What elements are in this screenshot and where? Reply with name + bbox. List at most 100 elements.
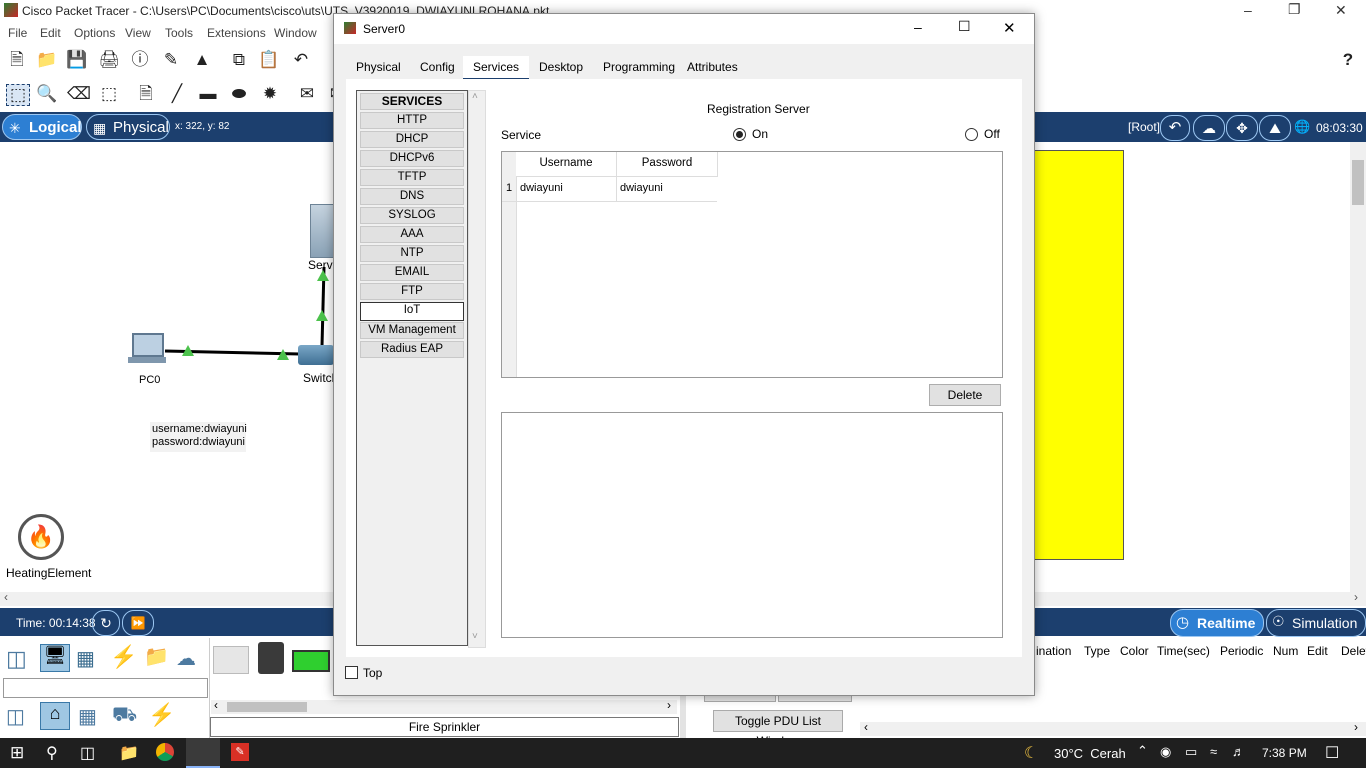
menu-options[interactable]: Options <box>74 26 115 40</box>
device-scroll-right-icon[interactable]: › <box>667 698 671 712</box>
service-off-radio[interactable] <box>965 128 978 141</box>
end-devices-icon[interactable]: 🖥 <box>40 644 70 672</box>
power-cycle-icon[interactable]: ↻ <box>92 610 120 636</box>
menu-window[interactable]: Window <box>274 26 317 40</box>
add-simple-pdu-icon[interactable]: ✉ <box>296 84 318 104</box>
fast-forward-icon[interactable]: ⏩ <box>122 610 154 636</box>
service-vm-management[interactable]: VM Management <box>360 322 464 339</box>
industrial-icon[interactable]: ▦ <box>78 704 97 729</box>
task-view-icon[interactable]: ◫ <box>80 743 95 763</box>
menu-file[interactable]: File <box>8 26 27 40</box>
dialog-minimize-icon[interactable]: – <box>914 19 922 35</box>
save-icon[interactable]: 💾 <box>66 50 88 70</box>
vehicle-icon[interactable]: ⛟ <box>112 704 137 729</box>
new-file-icon[interactable]: 🗎 <box>6 50 28 70</box>
pdf-reader-icon[interactable]: ✎ <box>231 743 249 761</box>
components-icon[interactable]: ▦ <box>76 646 95 671</box>
toggle-pdu-list-button[interactable]: Toggle PDU List Window <box>713 710 843 748</box>
close-icon[interactable]: ✕ <box>1335 2 1347 19</box>
service-on-radio[interactable] <box>733 128 746 141</box>
move-icon[interactable]: ✥ <box>1226 115 1258 141</box>
tab-desktop[interactable]: Desktop <box>529 56 593 78</box>
root-path[interactable]: [Root] <box>1128 120 1160 134</box>
wifi-icon[interactable]: ≈ <box>1210 744 1217 759</box>
delete-button[interactable]: Delete <box>929 384 1001 406</box>
service-dhcp[interactable]: DHCP <box>360 131 464 148</box>
battery-icon[interactable] <box>292 650 330 672</box>
info-icon[interactable]: ⓘ <box>129 50 151 70</box>
notifications-icon[interactable]: ☐ <box>1325 743 1339 763</box>
multiuser-icon[interactable]: ☁ <box>176 646 196 671</box>
services-list-scrollbar[interactable]: ˄ ˅ <box>468 90 486 648</box>
show-hidden-icons-icon[interactable]: ⌃ <box>1137 743 1148 759</box>
home-icon[interactable]: ◫ <box>6 704 25 729</box>
inspect-icon[interactable]: 🔍 <box>36 84 58 104</box>
resize-tool-icon[interactable]: ⬚ <box>98 84 120 104</box>
volume-icon[interactable]: ♬ <box>1232 744 1245 759</box>
menu-edit[interactable]: Edit <box>40 26 61 40</box>
scroll-right-icon[interactable]: › <box>1354 590 1358 604</box>
device-scroll-left-icon[interactable]: ‹ <box>214 698 218 712</box>
scroll-left-icon[interactable]: ‹ <box>4 590 8 604</box>
col-username-header[interactable]: Username <box>516 152 617 177</box>
pdu-scroll-right-icon[interactable]: › <box>1354 720 1358 734</box>
minimize-icon[interactable]: – <box>1244 2 1252 18</box>
device-search-field[interactable] <box>3 678 208 698</box>
chrome-icon[interactable] <box>156 743 174 761</box>
tab-attributes[interactable]: Attributes <box>677 56 748 78</box>
device-list-scroll-thumb[interactable] <box>227 702 307 712</box>
service-iot[interactable]: IoT <box>360 302 464 321</box>
service-dhcpv6[interactable]: DHCPv6 <box>360 150 464 167</box>
copy-icon[interactable]: ⧉ <box>228 50 250 70</box>
back-icon[interactable]: ↶ <box>1160 115 1190 141</box>
table-row[interactable]: 1 dwiayuni dwiayuni <box>502 177 717 202</box>
cloud-icon[interactable]: ☁ <box>1193 115 1225 141</box>
tab-physical[interactable]: Physical <box>346 56 411 78</box>
select-tool-icon[interactable]: ⬚ <box>6 84 30 106</box>
draw-rectangle-icon[interactable]: ▬ <box>197 84 219 104</box>
output-area[interactable] <box>501 412 1003 638</box>
pdu-scrollbar[interactable]: ‹ › <box>860 720 1366 736</box>
col-password-header[interactable]: Password <box>617 152 718 177</box>
service-email[interactable]: EMAIL <box>360 264 464 281</box>
tab-config[interactable]: Config <box>410 56 465 78</box>
freeform-icon[interactable]: ✹ <box>259 84 281 104</box>
heating-element-icon[interactable]: 🔥 <box>18 514 64 560</box>
file-explorer-icon[interactable]: 📁 <box>119 743 139 763</box>
switch-device[interactable] <box>298 345 334 365</box>
background-icon[interactable]: ⛰ <box>1259 115 1291 141</box>
services-scroll-down-icon[interactable]: ˅ <box>472 631 478 642</box>
network-info-icon[interactable]: ▲ <box>191 50 213 70</box>
menu-extensions[interactable]: Extensions <box>207 26 266 40</box>
connections-icon[interactable]: ⚡ <box>110 644 137 670</box>
appliance-device-icon[interactable] <box>213 646 249 674</box>
search-icon[interactable]: ⚲ <box>46 743 58 763</box>
cell-username[interactable]: dwiayuni <box>520 182 563 194</box>
yellow-rectangle[interactable] <box>1026 150 1124 560</box>
menu-view[interactable]: View <box>125 26 151 40</box>
workspace-vertical-scrollbar[interactable] <box>1350 142 1366 592</box>
service-radius-eap[interactable]: Radius EAP <box>360 341 464 358</box>
delete-tool-icon[interactable]: ⌫ <box>67 84 91 104</box>
device-list-scrollbar[interactable]: ‹ › <box>211 698 677 714</box>
tab-services[interactable]: Services <box>463 56 530 80</box>
logical-view-button[interactable]: ✳ Logical <box>2 114 82 140</box>
vertical-scroll-thumb[interactable] <box>1352 160 1364 205</box>
print-icon[interactable]: 🖨 <box>98 50 120 70</box>
open-folder-icon[interactable]: 📁 <box>36 50 58 70</box>
tab-programming[interactable]: Programming <box>593 56 685 78</box>
pdu-scroll-left-icon[interactable]: ‹ <box>864 720 868 734</box>
simulation-mode-button[interactable]: ☉ Simulation <box>1266 609 1366 637</box>
dialog-close-icon[interactable]: ✕ <box>1003 19 1016 37</box>
coffee-maker-icon[interactable] <box>258 642 284 674</box>
paste-icon[interactable]: 📋 <box>258 50 280 70</box>
service-http[interactable]: HTTP <box>360 112 464 129</box>
physical-view-button[interactable]: ▦ Physical <box>86 114 170 140</box>
battery-tray-icon[interactable]: ▭ <box>1185 744 1197 760</box>
tray-clock[interactable]: 7:38 PM <box>1262 746 1307 760</box>
misc-icon[interactable]: 📁 <box>144 644 169 669</box>
draw-ellipse-icon[interactable]: ⬬ <box>228 84 250 104</box>
service-dns[interactable]: DNS <box>360 188 464 205</box>
smart-home-icon[interactable]: ⌂ <box>40 702 70 730</box>
undo-icon[interactable]: ↶ <box>290 50 312 70</box>
